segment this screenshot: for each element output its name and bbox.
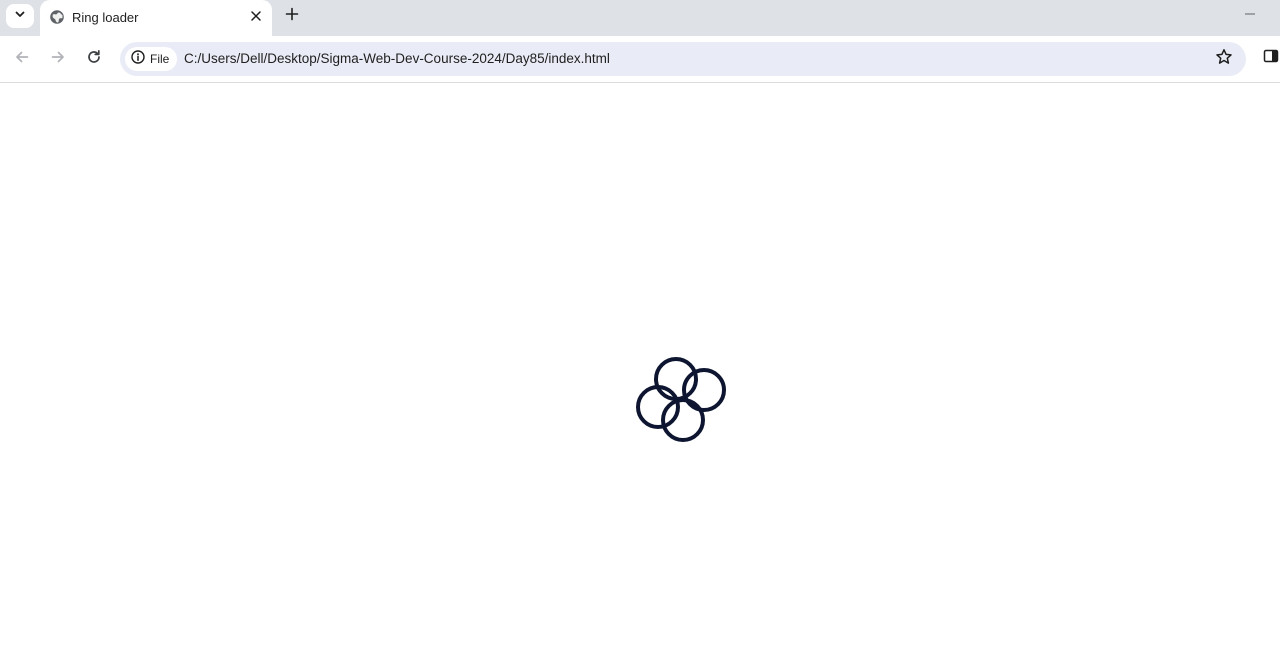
site-chip-label: File: [150, 52, 170, 66]
side-panel-button[interactable]: [1262, 49, 1280, 67]
close-icon[interactable]: [248, 8, 264, 24]
tab-search-button[interactable]: [6, 4, 34, 28]
site-info-chip[interactable]: File: [125, 47, 178, 71]
arrow-right-icon: [50, 49, 66, 70]
tab-strip: Ring loader: [0, 0, 1280, 36]
url-text[interactable]: C:/Users/Dell/Desktop/Sigma-Web-Dev-Cour…: [184, 51, 610, 66]
new-tab-button[interactable]: [280, 4, 304, 28]
loader-ring: [661, 398, 705, 442]
bookmark-button[interactable]: [1214, 48, 1234, 71]
back-button[interactable]: [10, 47, 34, 71]
side-panel-icon: [1263, 48, 1279, 69]
chevron-down-icon: [14, 7, 26, 25]
reload-button[interactable]: [82, 47, 106, 71]
tab-title: Ring loader: [72, 10, 139, 25]
plus-icon: [285, 7, 299, 26]
browser-window: Ring loader File C:/Users/Dell/Desktop/S…: [0, 0, 1280, 665]
ring-loader: [630, 351, 736, 457]
star-icon: [1215, 48, 1233, 71]
arrow-left-icon: [14, 49, 30, 70]
minimize-button[interactable]: [1236, 6, 1264, 26]
browser-toolbar: File C:/Users/Dell/Desktop/Sigma-Web-Dev…: [0, 36, 1280, 83]
minimize-icon: [1244, 7, 1256, 25]
reload-icon: [86, 49, 102, 70]
info-icon: [131, 49, 145, 69]
forward-button[interactable]: [46, 47, 70, 71]
page-viewport: [0, 83, 1280, 665]
globe-icon: [49, 9, 65, 25]
tab-active[interactable]: Ring loader: [40, 0, 272, 36]
address-bar[interactable]: File C:/Users/Dell/Desktop/Sigma-Web-Dev…: [120, 42, 1246, 76]
